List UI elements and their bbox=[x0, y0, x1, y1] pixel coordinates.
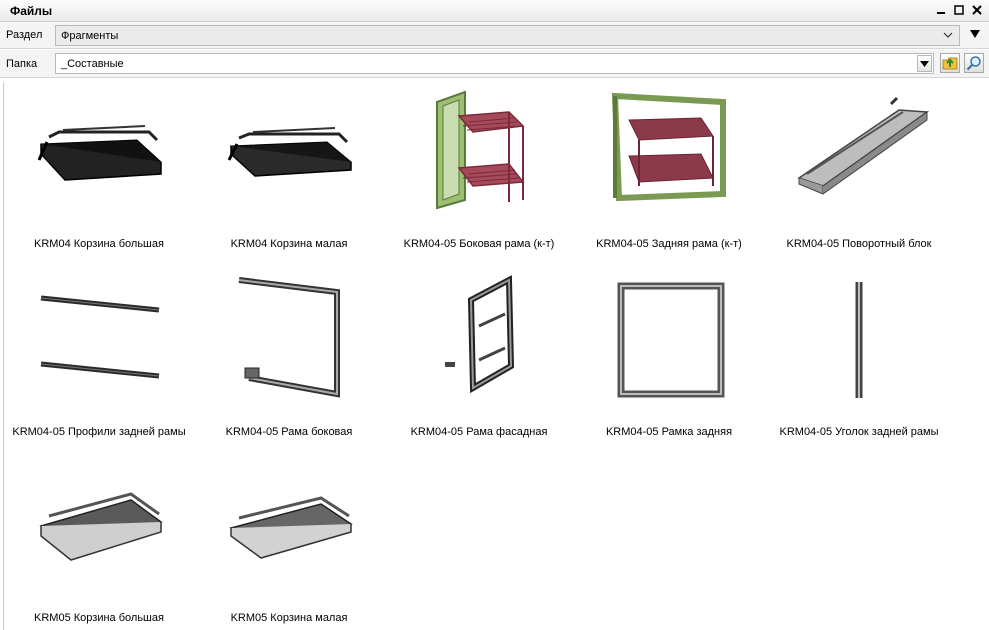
file-item[interactable]: KRM04-05 Уголок задней рамы bbox=[764, 270, 954, 440]
basket-large-grey-icon bbox=[39, 492, 163, 561]
file-name: KRM04-05 Задняя рама (к-т) bbox=[596, 238, 742, 250]
close-button[interactable] bbox=[971, 3, 983, 17]
minimize-icon bbox=[937, 12, 945, 14]
basket-large-dark-icon bbox=[37, 125, 163, 181]
maximize-icon bbox=[954, 5, 964, 15]
file-name: KRM05 Корзина малая bbox=[230, 612, 348, 624]
file-name: KRM04 Корзина большая bbox=[34, 238, 164, 250]
file-item[interactable]: KRM05 Корзина малая bbox=[194, 456, 384, 626]
back-frame-icon bbox=[617, 282, 725, 398]
file-grid: KRM04 Корзина большая KRM04 Корзина мала… bbox=[3, 82, 989, 630]
basket-small-grey-icon bbox=[229, 496, 353, 559]
chevron-down-icon bbox=[943, 32, 953, 38]
file-item[interactable]: KRM04-05 Боковая рама (к-т) bbox=[384, 82, 574, 252]
folder-row: Папка _Составные bbox=[0, 50, 989, 78]
file-item[interactable]: KRM04 Корзина малая bbox=[194, 82, 384, 252]
file-name: KRM05 Корзина большая bbox=[34, 612, 164, 624]
file-name: KRM04-05 Боковая рама (к-т) bbox=[403, 238, 555, 250]
window-controls bbox=[935, 3, 983, 17]
file-item[interactable]: KRM04-05 Рама боковая bbox=[194, 270, 384, 440]
file-name: KRM04-05 Рама боковая bbox=[225, 426, 353, 438]
folder-select[interactable]: _Составные bbox=[55, 53, 934, 74]
section-value: Фрагменты bbox=[61, 30, 119, 42]
file-name: KRM04-05 Рама фасадная bbox=[410, 426, 548, 438]
file-item[interactable]: KRM04-05 Поворотный блок bbox=[764, 82, 954, 252]
file-item[interactable]: KRM04-05 Профили задней рамы bbox=[4, 270, 194, 440]
section-label: Раздел bbox=[6, 29, 43, 41]
maximize-button[interactable] bbox=[953, 3, 965, 17]
file-item[interactable]: KRM04-05 Рама фасадная bbox=[384, 270, 574, 440]
folder-label: Папка bbox=[6, 58, 38, 70]
section-row: Раздел Фрагменты bbox=[0, 22, 989, 49]
search-icon bbox=[966, 56, 981, 71]
file-name: KRM04 Корзина малая bbox=[230, 238, 348, 250]
panel-menu-icon[interactable] bbox=[970, 29, 980, 39]
search-button[interactable] bbox=[964, 53, 984, 73]
folder-dropdown-button[interactable] bbox=[917, 55, 932, 72]
section-select[interactable]: Фрагменты bbox=[55, 25, 960, 46]
folder-up-button[interactable] bbox=[940, 53, 960, 73]
rotary-block-icon bbox=[797, 96, 930, 195]
close-icon bbox=[972, 5, 982, 15]
file-item[interactable]: KRM04-05 Задняя рама (к-т) bbox=[574, 82, 764, 252]
side-frame-set-icon bbox=[436, 90, 525, 210]
folder-value: _Составные bbox=[61, 58, 124, 70]
back-frame-set-icon bbox=[611, 92, 726, 202]
basket-small-dark-icon bbox=[227, 127, 353, 177]
file-name: KRM04-05 Рамка задняя bbox=[605, 426, 733, 438]
window-title: Файлы bbox=[10, 4, 53, 18]
facade-frame-icon bbox=[445, 275, 515, 394]
file-item[interactable]: KRM05 Корзина большая bbox=[4, 456, 194, 626]
folder-up-icon bbox=[942, 57, 958, 70]
window-titlebar: Файлы bbox=[0, 0, 989, 22]
minimize-button[interactable] bbox=[935, 3, 947, 17]
side-frame-icon bbox=[238, 277, 340, 398]
back-frame-corner-icon bbox=[855, 282, 863, 398]
dropdown-arrow-icon bbox=[920, 60, 929, 67]
file-name: KRM04-05 Уголок задней рамы bbox=[779, 426, 939, 438]
back-frame-profiles-icon bbox=[40, 295, 160, 379]
file-name: KRM04-05 Поворотный блок bbox=[786, 238, 932, 250]
file-item[interactable]: KRM04 Корзина большая bbox=[4, 82, 194, 252]
file-name: KRM04-05 Профили задней рамы bbox=[12, 426, 186, 438]
file-item[interactable]: KRM04-05 Рамка задняя bbox=[574, 270, 764, 440]
